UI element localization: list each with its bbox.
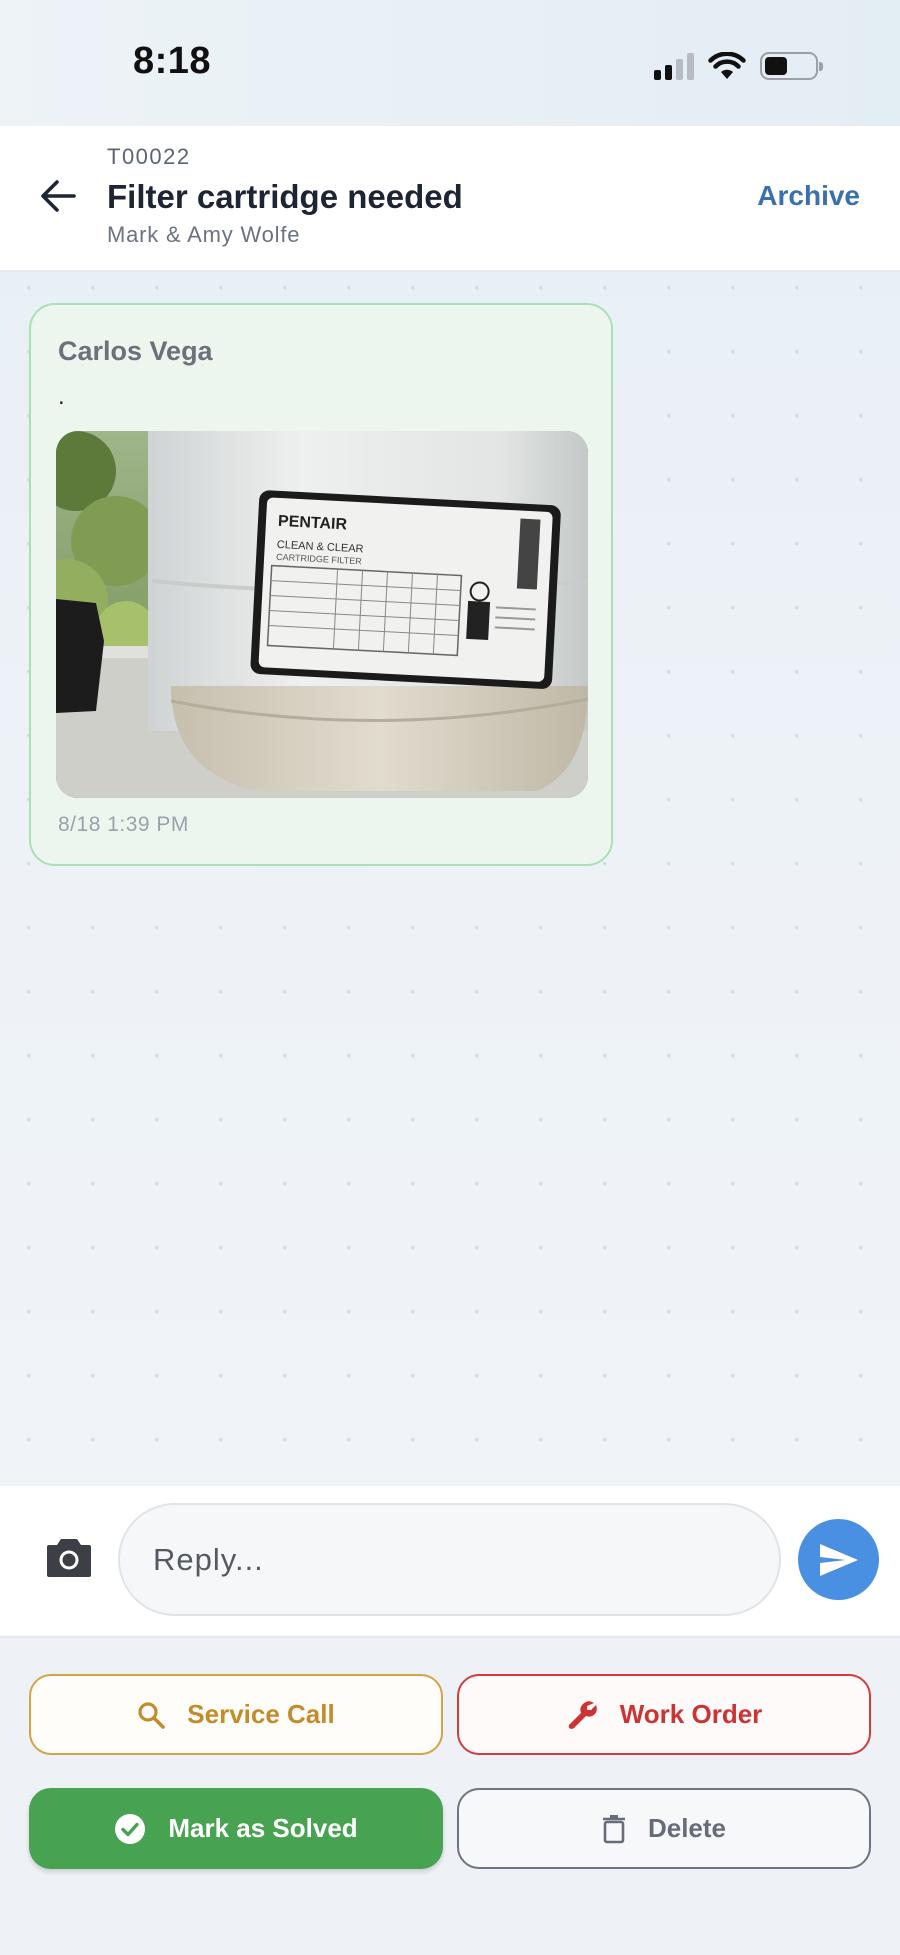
message-photo[interactable]: PENTAIR CLEAN & CLEAR CARTRIDGE FILTER [56,431,588,798]
message-bubble: Carlos Vega . PENTAIR CLEAN & CLEAR CART… [29,303,613,866]
send-button[interactable] [798,1519,879,1600]
back-button[interactable] [36,174,80,218]
cellular-signal-icon [654,52,694,80]
wrench-icon [566,1699,598,1731]
mark-solved-button[interactable]: Mark as Solved [29,1788,443,1869]
camera-button[interactable] [45,1535,93,1579]
status-bar: 8:18 [0,0,900,126]
status-time: 8:18 [133,40,212,82]
mark-solved-label: Mark as Solved [168,1813,358,1843]
trash-icon [602,1814,626,1844]
filter-photo-image: PENTAIR CLEAN & CLEAR CARTRIDGE FILTER [56,431,588,798]
service-call-button[interactable]: Service Call [29,1674,443,1755]
message-sender: Carlos Vega [58,336,213,366]
delete-label: Delete [647,1813,727,1843]
service-call-label: Service Call [187,1699,335,1729]
message-timestamp: 8/18 1:39 PM [58,813,189,836]
reply-input[interactable] [118,1503,781,1616]
check-circle-icon [114,1813,146,1845]
work-order-button[interactable]: Work Order [457,1674,871,1755]
page-title: Filter cartridge needed [107,178,463,215]
message-text: . [58,383,65,410]
reply-composer [0,1486,900,1638]
customer-name: Mark & Amy Wolfe [107,222,301,247]
arrow-left-icon [41,180,76,212]
wifi-icon [708,52,746,79]
camera-icon [47,1539,91,1577]
photo-brand-text: PENTAIR [278,513,348,534]
delete-button[interactable]: Delete [457,1788,871,1869]
battery-icon [760,52,823,80]
send-icon [819,1543,858,1576]
ticket-actions: Service Call Work Order Mark as Solved D… [0,1638,900,1955]
work-order-label: Work Order [619,1699,763,1729]
status-icons [654,46,823,86]
archive-button[interactable]: Archive [757,180,860,212]
search-icon [137,1701,166,1729]
ticket-header: T00022 Filter cartridge needed Mark & Am… [0,126,900,272]
ticket-id: T00022 [107,144,191,169]
